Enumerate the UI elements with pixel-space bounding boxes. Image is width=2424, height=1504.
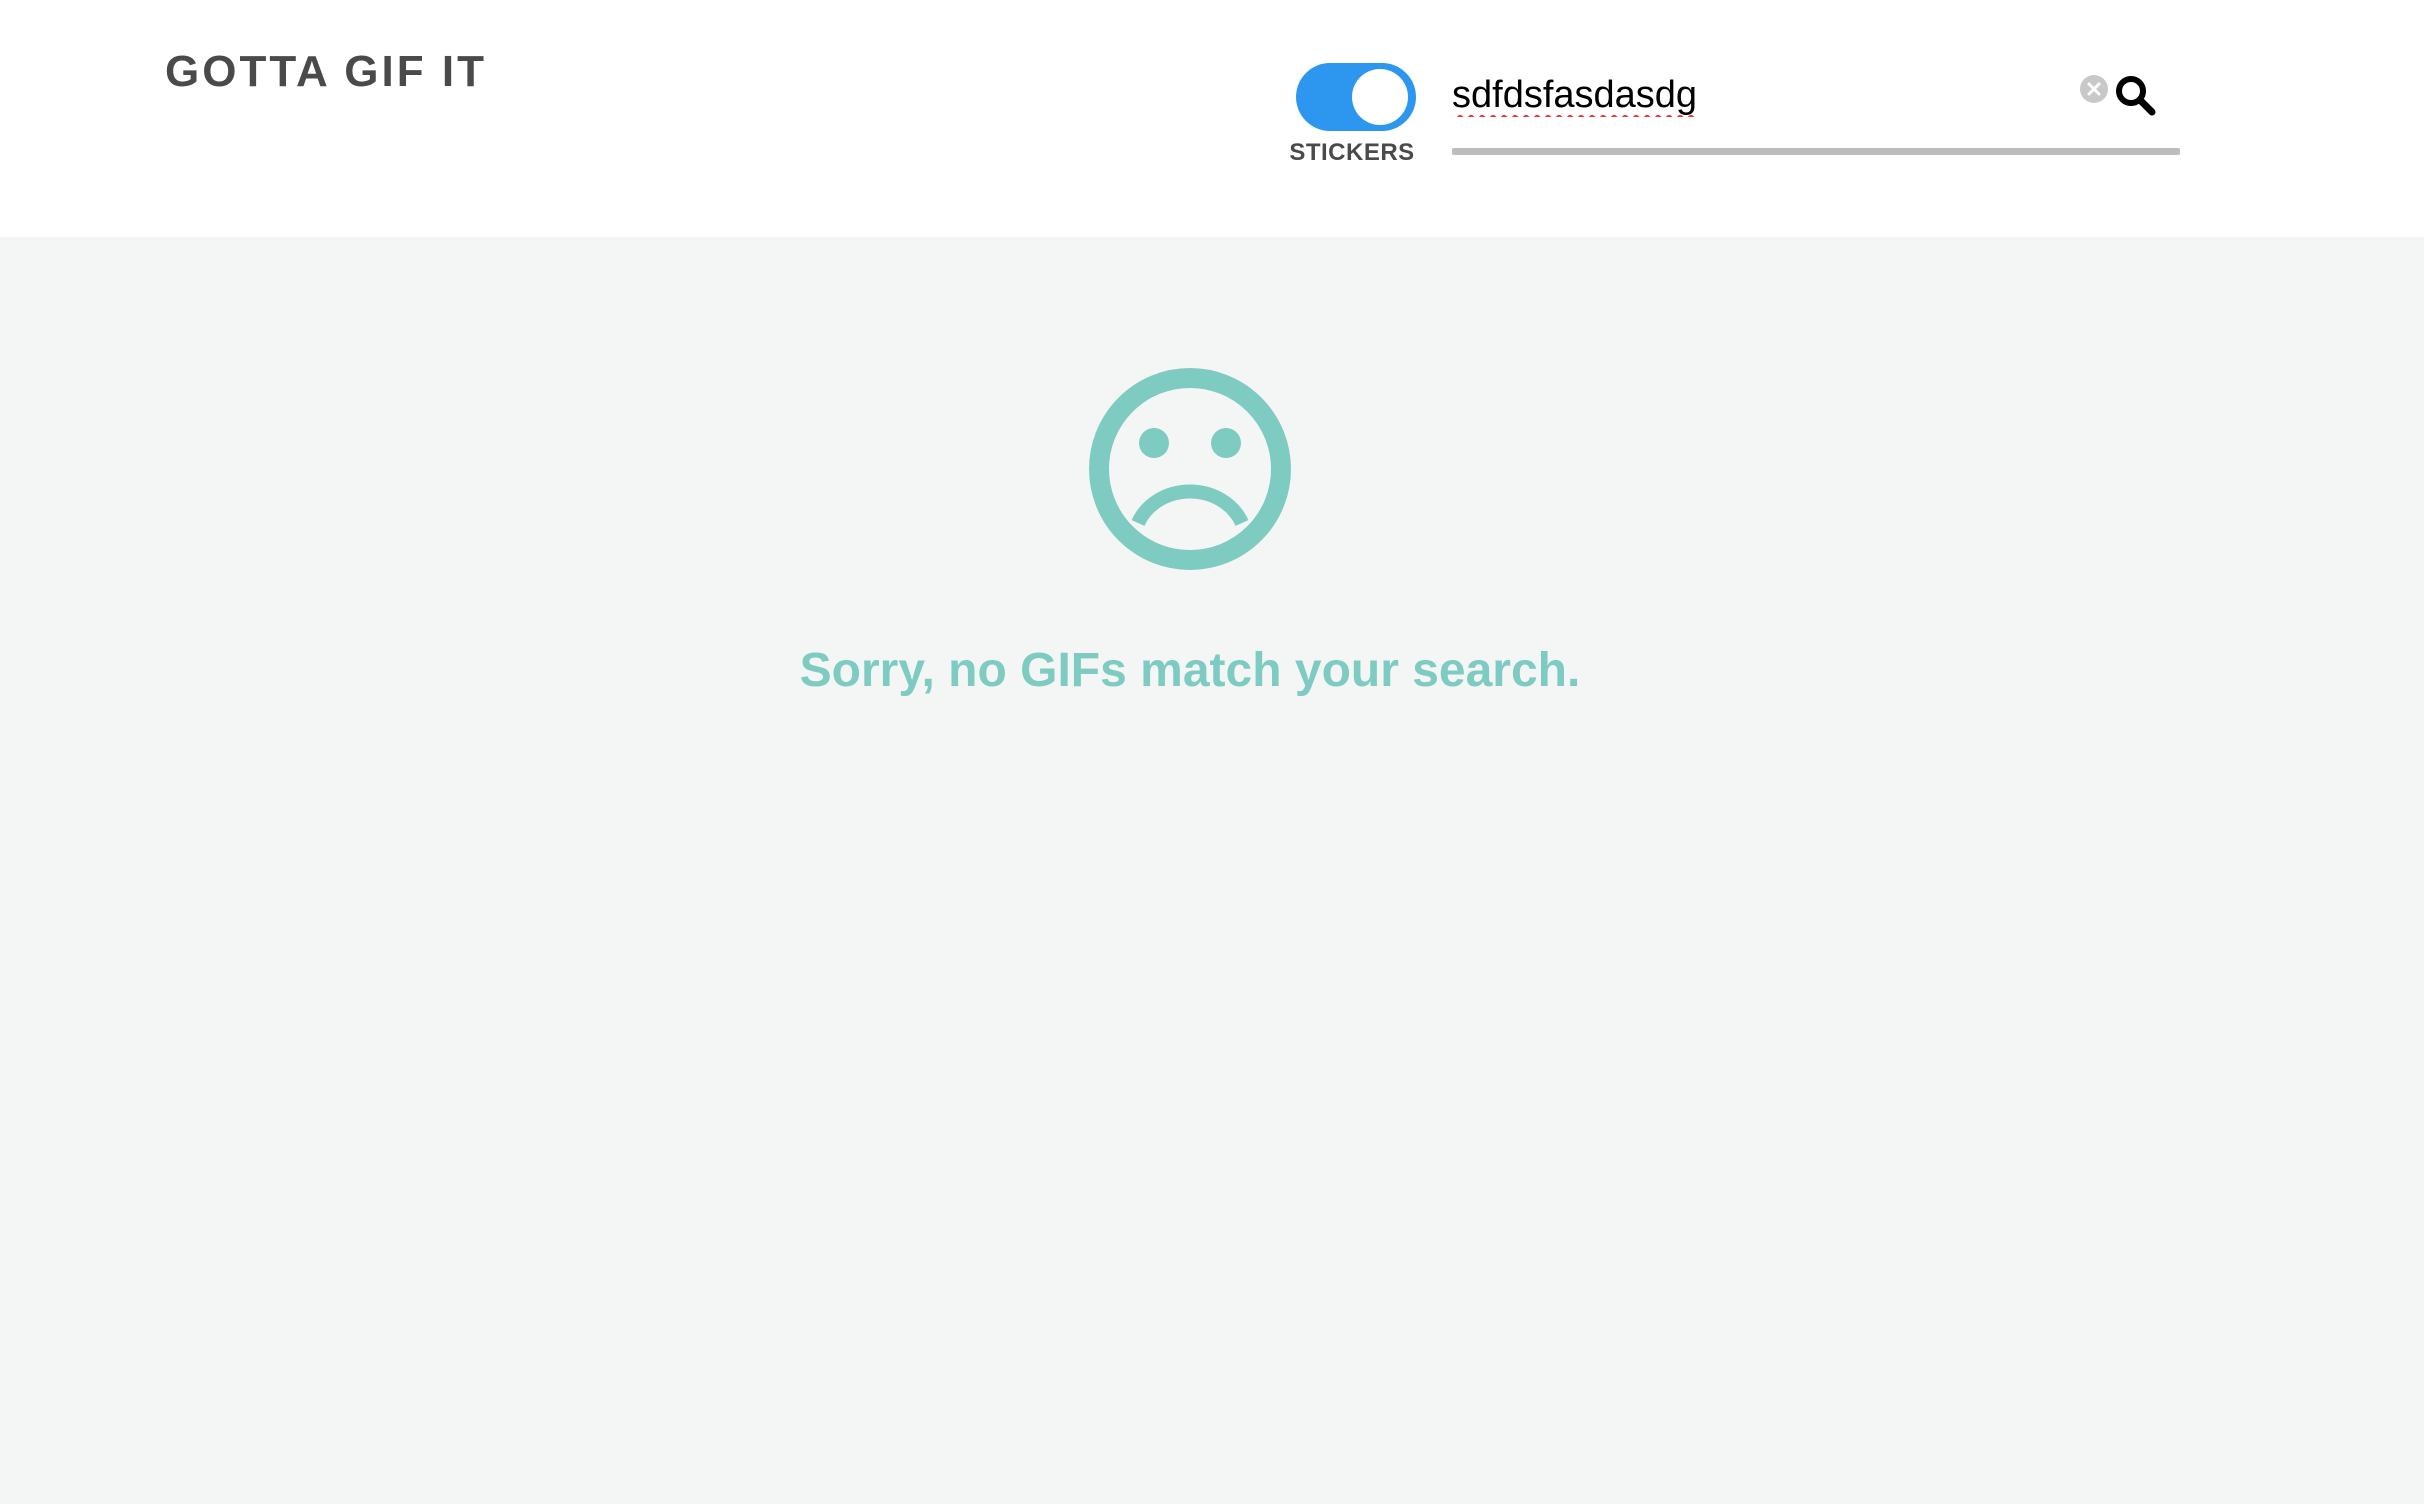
search-input[interactable] [1452, 66, 2072, 124]
stickers-label: STICKERS [1289, 139, 1415, 166]
search-box [1452, 58, 2180, 158]
empty-state-message: Sorry, no GIFs match your search. [799, 644, 1581, 697]
clear-icon [2087, 82, 2101, 96]
search-icon [2116, 76, 2156, 116]
stickers-toggle-group: STICKERS [1288, 63, 1416, 173]
app-logo[interactable]: GOTTA GIF IT [165, 50, 487, 94]
empty-state: Sorry, no GIFs match your search. [0, 237, 2424, 1504]
stickers-toggle[interactable] [1296, 63, 1416, 131]
clear-search-button[interactable] [2080, 75, 2108, 103]
sad-face-icon [1089, 368, 1291, 570]
app-header: GOTTA GIF IT STICKERS [0, 0, 2424, 237]
toggle-knob [1352, 69, 1408, 125]
search-underline [1452, 148, 2180, 155]
search-button[interactable] [2112, 72, 2162, 122]
